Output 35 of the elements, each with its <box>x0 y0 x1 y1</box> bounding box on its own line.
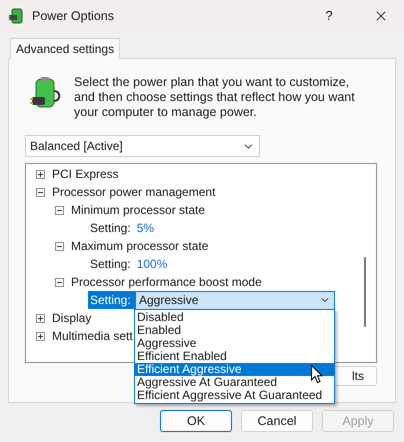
dropdown-option[interactable]: Disabled <box>135 311 334 324</box>
expand-icon[interactable] <box>36 332 45 340</box>
collapse-icon[interactable] <box>36 188 45 196</box>
tree-item[interactable]: Display <box>52 309 92 327</box>
setting-label: Setting: <box>90 220 131 237</box>
dropdown-option[interactable]: Efficient Aggressive At Guaranteed <box>135 389 334 402</box>
dropdown-option[interactable]: Enabled <box>135 324 334 337</box>
setting-value[interactable]: 5% <box>136 219 154 237</box>
dropdown-option[interactable]: Aggressive <box>135 337 334 350</box>
collapse-icon[interactable] <box>55 278 64 286</box>
tree-item[interactable]: Multimedia sett <box>52 327 133 345</box>
scrollbar-thumb[interactable] <box>364 257 366 327</box>
window-title: Power Options <box>32 8 114 25</box>
setting-label: Setting: <box>90 256 131 273</box>
tree-item[interactable]: Processor performance boost mode <box>71 273 262 291</box>
dropdown-option[interactable]: Efficient Enabled <box>135 350 334 363</box>
dropdown-option[interactable]: Efficient Aggressive <box>135 363 334 376</box>
collapse-icon[interactable] <box>55 242 64 250</box>
cursor-icon <box>311 365 323 384</box>
tree-item[interactable]: Minimum processor state <box>71 201 206 219</box>
dialog-button[interactable]: Cancel <box>241 410 313 432</box>
plan-dropdown[interactable]: Balanced [Active] <box>25 135 260 157</box>
setting-value[interactable]: 100% <box>136 255 168 273</box>
help-button[interactable]: ? <box>314 6 344 26</box>
expand-icon[interactable] <box>36 170 45 178</box>
tree-item[interactable]: PCI Express <box>52 165 119 183</box>
tree-item[interactable]: Processor power management <box>52 183 216 201</box>
setting-label: Setting: <box>88 291 135 309</box>
dialog-button[interactable]: OK <box>160 410 232 432</box>
expand-icon[interactable] <box>36 314 45 322</box>
setting-combo[interactable]: Aggressive <box>135 290 335 310</box>
tree-item[interactable]: Maximum processor state <box>71 237 208 255</box>
description-text: Select the power plan that you want to customize, and then choose settings that reflect how you want your computer to manage power. <box>74 75 356 120</box>
collapse-icon[interactable] <box>55 206 64 214</box>
tab[interactable]: Advanced settings <box>10 38 120 59</box>
